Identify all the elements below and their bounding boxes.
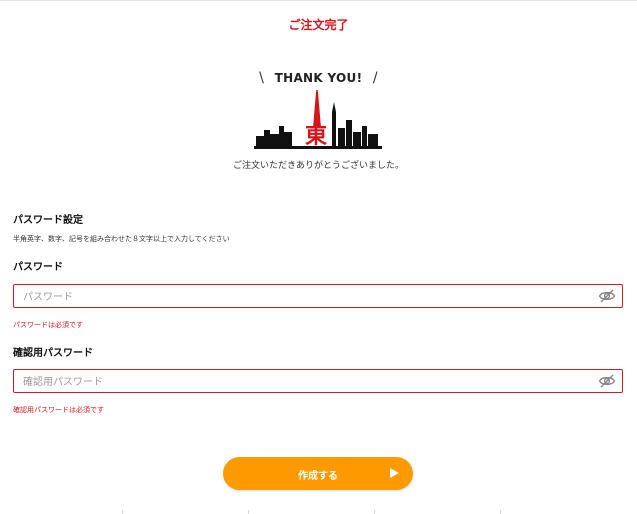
eye-slash-icon[interactable] — [598, 373, 616, 389]
tokyo-skyline-logo: 東 — [254, 90, 382, 149]
thank-you-text: THANK YOU! — [274, 71, 363, 85]
logo-character: 東 — [305, 124, 327, 149]
password-error: パスワードは必須です — [13, 321, 83, 329]
thank-you-slash-right: / — [372, 70, 378, 86]
thank-you-message: ご注文いただきありがとうございました。 — [232, 161, 404, 171]
play-arrow-icon — [390, 468, 399, 478]
confirm-password-label: 確認用パスワード — [13, 348, 93, 359]
create-button[interactable]: 作成する — [223, 457, 413, 490]
password-hint: 半角英字、数字、記号を組み合わせた８文字以上で入力してください — [13, 235, 230, 243]
password-input[interactable] — [14, 286, 583, 309]
password-section-title: パスワード設定 — [13, 215, 83, 226]
confirm-password-error: 確認用パスワードは必須です — [13, 406, 104, 414]
page-title: ご注文完了 — [288, 18, 349, 32]
thank-you-heading: \ THANK YOU! / — [0, 70, 637, 86]
password-field — [13, 284, 623, 309]
confirm-password-input[interactable] — [14, 371, 583, 394]
password-label: パスワード — [13, 262, 63, 273]
bottom-divider-ticks — [0, 510, 637, 514]
confirm-password-field — [13, 369, 623, 394]
top-divider — [0, 0, 637, 1]
create-button-label: 作成する — [298, 471, 338, 482]
thank-you-slash-left: \ — [259, 70, 265, 86]
eye-slash-icon[interactable] — [598, 288, 616, 304]
